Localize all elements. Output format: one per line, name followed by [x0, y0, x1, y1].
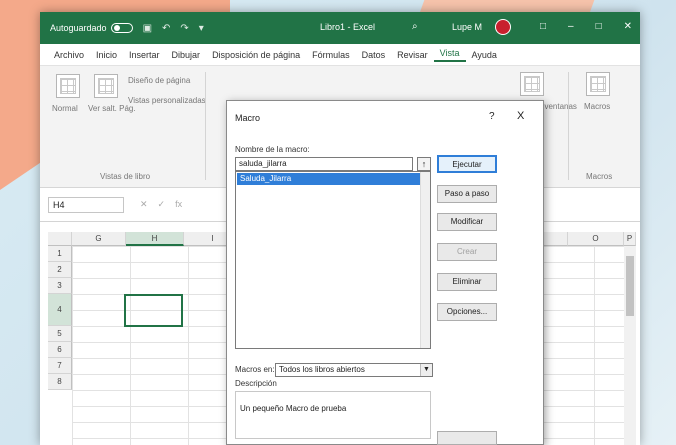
- group-views-name: Vistas de libro: [100, 172, 151, 181]
- column-header[interactable]: O: [568, 232, 624, 246]
- search-icon[interactable]: ⌕: [412, 21, 418, 32]
- macros-button-label[interactable]: Macros: [584, 102, 610, 111]
- minimize-icon[interactable]: –: [568, 21, 574, 32]
- ribbon-display-icon[interactable]: □: [540, 21, 546, 32]
- tab-revisar[interactable]: Revisar: [391, 50, 434, 60]
- excel-window: Autoguardado ▣ ↶ ↷ ▾ Libro1 - Excel ⌕ Lu…: [40, 12, 640, 445]
- column-header[interactable]: H: [126, 232, 184, 246]
- close-icon[interactable]: ✕: [624, 21, 632, 32]
- maximize-icon[interactable]: □: [596, 21, 602, 32]
- vertical-scrollbar[interactable]: [624, 246, 636, 445]
- row-header[interactable]: 6: [48, 342, 72, 358]
- autosave-toggle[interactable]: [110, 23, 133, 33]
- macro-list[interactable]: Saluda_Jilarra: [235, 171, 431, 349]
- options-button[interactable]: Opciones...: [437, 303, 497, 321]
- edit-button[interactable]: Modificar: [437, 213, 497, 231]
- scrollbar-thumb[interactable]: [626, 256, 634, 316]
- page-break-icon[interactable]: [94, 74, 118, 98]
- title-bar: Autoguardado ▣ ↶ ↷ ▾ Libro1 - Excel ⌕ Lu…: [40, 12, 640, 44]
- select-all-corner[interactable]: [48, 232, 72, 246]
- macros-icon[interactable]: [586, 72, 610, 96]
- ribbon-tabs: Archivo Inicio Insertar Dibujar Disposic…: [40, 44, 640, 66]
- row-header[interactable]: 1: [48, 246, 72, 262]
- save-icon[interactable]: ▣: [143, 23, 152, 34]
- function-icon[interactable]: fx: [175, 199, 182, 210]
- customize-toolbar-icon[interactable]: ▾: [199, 23, 204, 34]
- macros-in-select[interactable]: Todos los libros abiertos ▼: [275, 363, 433, 377]
- tab-inicio[interactable]: Inicio: [90, 50, 123, 60]
- row-header[interactable]: 5: [48, 326, 72, 342]
- group-macros: Macros Macros: [574, 66, 634, 188]
- normal-label: Normal: [52, 104, 78, 113]
- row-header[interactable]: 7: [48, 358, 72, 374]
- description-label: Descripción: [235, 379, 277, 388]
- tab-dibujar[interactable]: Dibujar: [166, 50, 207, 60]
- active-cell[interactable]: [124, 294, 183, 327]
- quick-access-toolbar: ▣ ↶ ↷ ▾: [143, 23, 204, 34]
- confirm-icon[interactable]: ✓: [158, 199, 166, 210]
- macro-name-input[interactable]: saluda_jilarra: [235, 157, 413, 171]
- delete-button[interactable]: Eliminar: [437, 273, 497, 291]
- row-header[interactable]: 3: [48, 278, 72, 294]
- group-macros-name: Macros: [586, 172, 613, 181]
- undo-icon[interactable]: ↶: [162, 23, 170, 34]
- chevron-down-icon[interactable]: ▼: [420, 364, 432, 376]
- column-header[interactable]: G: [72, 232, 126, 246]
- run-button[interactable]: Ejecutar: [437, 155, 497, 173]
- row-header[interactable]: 2: [48, 262, 72, 278]
- dialog-title: Macro: [235, 113, 261, 123]
- help-icon[interactable]: ?: [489, 111, 495, 122]
- tab-vista[interactable]: Vista: [433, 48, 466, 62]
- row-header[interactable]: 4: [48, 294, 72, 326]
- macro-name-label: Nombre de la macro:: [235, 145, 310, 154]
- row-header[interactable]: 8: [48, 374, 72, 390]
- tab-disposicion[interactable]: Disposición de página: [206, 50, 306, 60]
- tab-formulas[interactable]: Fórmulas: [306, 50, 356, 60]
- cancel-button[interactable]: [437, 431, 497, 445]
- close-icon[interactable]: X: [517, 110, 524, 122]
- tab-datos[interactable]: Datos: [356, 50, 392, 60]
- step-into-button[interactable]: Paso a paso: [437, 185, 497, 203]
- tab-ayuda[interactable]: Ayuda: [466, 50, 503, 60]
- autosave: Autoguardado: [50, 23, 133, 33]
- description-box: Un pequeño Macro de prueba: [235, 391, 431, 439]
- create-button[interactable]: Crear: [437, 243, 497, 261]
- redo-icon[interactable]: ↷: [180, 23, 188, 34]
- cancel-icon[interactable]: ✕: [140, 199, 148, 210]
- switch-windows-icon[interactable]: [520, 72, 544, 96]
- macro-dialog: Macro ? X Nombre de la macro: saluda_jil…: [226, 100, 544, 445]
- formula-icons: ✕ ✓ fx: [140, 199, 182, 210]
- tab-insertar[interactable]: Insertar: [123, 50, 166, 60]
- list-scrollbar[interactable]: [420, 172, 430, 348]
- ribbon-separator: [568, 72, 569, 180]
- macros-in-value: Todos los libros abiertos: [279, 365, 365, 374]
- name-box[interactable]: H4: [48, 197, 124, 213]
- user-name[interactable]: Lupe M: [452, 22, 482, 32]
- column-header[interactable]: P: [624, 232, 636, 246]
- macros-in-label: Macros en:: [235, 365, 275, 374]
- document-title: Libro1 - Excel: [320, 22, 376, 32]
- group-workbook-views: Normal Ver salt. Pág. Diseño de página V…: [48, 66, 206, 188]
- upload-icon[interactable]: ↑: [417, 157, 431, 171]
- list-item[interactable]: Saluda_Jilarra: [237, 173, 429, 185]
- custom-views-label[interactable]: Vistas personalizadas: [128, 96, 206, 105]
- page-break-label: Ver salt. Pág.: [88, 104, 136, 113]
- page-layout-label[interactable]: Diseño de página: [128, 76, 190, 85]
- normal-view-icon[interactable]: [56, 74, 80, 98]
- tab-archivo[interactable]: Archivo: [48, 50, 90, 60]
- autosave-label: Autoguardado: [50, 23, 107, 33]
- window-controls: □ – □ ✕: [540, 21, 632, 32]
- avatar[interactable]: [495, 19, 511, 35]
- ribbon-separator: [205, 72, 206, 180]
